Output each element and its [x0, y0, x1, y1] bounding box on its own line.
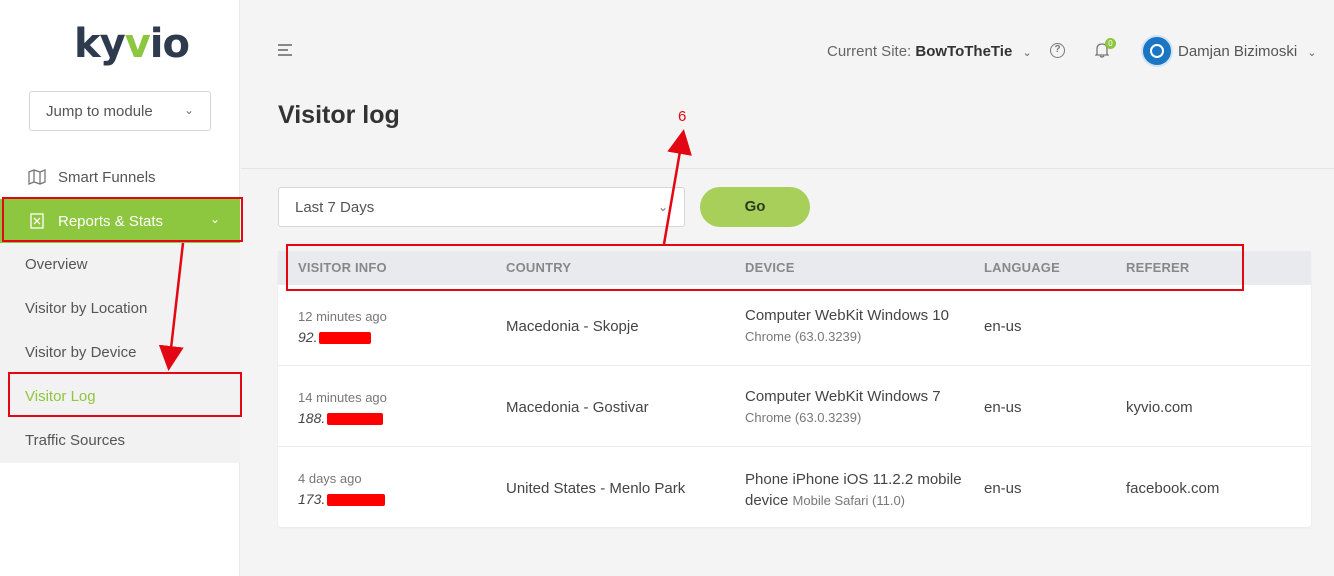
avatar[interactable]: [1141, 35, 1173, 67]
jump-to-module-select[interactable]: Jump to module ⌄: [29, 91, 211, 131]
visitor-log-table: VISITOR INFO COUNTRY DEVICE LANGUAGE REF…: [278, 251, 1311, 527]
browser-cell: Chrome (63.0.3239): [745, 329, 862, 344]
device-cell: Computer WebKit Windows 7: [745, 388, 941, 405]
map-icon: [28, 169, 46, 185]
user-menu[interactable]: Damjan Bizimoski ⌄: [1178, 43, 1317, 60]
sidebar-item-smart-funnels[interactable]: Smart Funnels: [0, 155, 240, 199]
redaction-mark: [327, 413, 384, 426]
sidebar-item-label: Smart Funnels: [58, 168, 156, 186]
jump-to-module-label: Jump to module: [46, 102, 153, 120]
notification-badge: 0: [1105, 38, 1116, 49]
reports-submenu: Overview Visitor by Location Visitor by …: [0, 243, 240, 463]
referer-cell[interactable]: kyvio.com: [1126, 399, 1193, 416]
language-cell: en-us: [984, 399, 1022, 416]
chevron-down-icon: ⌄: [1022, 47, 1032, 59]
sidebar: kyvio Jump to module ⌄ Smart Funnels Rep…: [0, 0, 240, 576]
visitor-ip: 173.: [298, 491, 386, 507]
redaction-mark: [327, 494, 386, 507]
language-cell: en-us: [984, 480, 1022, 497]
annotation-box-reports: [2, 197, 243, 242]
country-cell: Macedonia - Skopje: [506, 318, 639, 335]
chevron-down-icon: ⌄: [657, 200, 668, 214]
submenu-item-traffic-sources[interactable]: Traffic Sources: [25, 432, 125, 449]
table-row[interactable]: 4 days ago 173. United States - Menlo Pa…: [278, 446, 1311, 527]
divider: [241, 168, 1334, 169]
date-range-select[interactable]: Last 7 Days ⌄: [278, 187, 685, 227]
chevron-down-icon: ⌄: [1307, 47, 1317, 59]
current-site-label: Current Site:: [827, 43, 912, 60]
submenu-item-overview[interactable]: Overview: [25, 256, 88, 273]
kyvio-logo[interactable]: kyvio: [74, 21, 190, 67]
submenu-item-visitor-by-device[interactable]: Visitor by Device: [25, 344, 136, 361]
redaction-mark: [319, 332, 372, 345]
go-button[interactable]: Go: [700, 187, 810, 227]
visit-time: 14 minutes ago: [298, 390, 387, 405]
visitor-ip: 188.: [298, 410, 384, 426]
referer-cell[interactable]: facebook.com: [1126, 480, 1219, 497]
page-title: Visitor log: [278, 101, 400, 129]
annotation-box-visitor-log: [8, 372, 242, 417]
chevron-down-icon: ⌄: [183, 103, 194, 117]
annotation-label: 6: [678, 108, 687, 125]
country-cell: United States - Menlo Park: [506, 480, 686, 497]
table-row[interactable]: 14 minutes ago 188. Macedonia - Gostivar…: [278, 365, 1311, 446]
current-site-selector[interactable]: Current Site: BowToTheTie ⌄: [827, 43, 1032, 60]
language-cell: en-us: [984, 318, 1022, 335]
help-icon[interactable]: ?: [1050, 43, 1065, 58]
country-cell: Macedonia - Gostivar: [506, 399, 649, 416]
visitor-ip: 92.: [298, 329, 372, 345]
menu-toggle-icon[interactable]: [278, 44, 294, 59]
browser-cell: Mobile Safari (11.0): [792, 493, 906, 508]
device-cell: Phone iPhone iOS 11.2.2 mobile device Mo…: [745, 471, 962, 509]
annotation-box-table-header: [286, 244, 1244, 291]
current-site-value: BowToTheTie: [915, 43, 1013, 60]
device-cell: Computer WebKit Windows 10: [745, 307, 949, 324]
visit-time: 12 minutes ago: [298, 309, 387, 324]
user-name: Damjan Bizimoski: [1178, 43, 1298, 60]
submenu-item-visitor-by-location[interactable]: Visitor by Location: [25, 300, 147, 317]
table-row[interactable]: 12 minutes ago 92. Macedonia - Skopje Co…: [278, 284, 1311, 365]
date-range-value: Last 7 Days: [295, 199, 375, 216]
visit-time: 4 days ago: [298, 471, 362, 486]
browser-cell: Chrome (63.0.3239): [745, 410, 862, 425]
